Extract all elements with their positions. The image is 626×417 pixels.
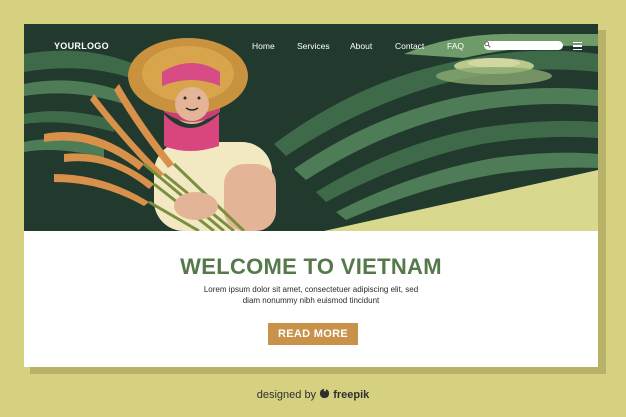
search-input[interactable] <box>484 41 563 50</box>
intro-text: Lorem ipsum dolor sit amet, consectetuer… <box>203 285 419 305</box>
landing-card: YOURLOGO Home Services About Contact FAQ… <box>24 24 598 367</box>
nav-link-services[interactable]: Services <box>297 41 330 51</box>
nav-link-faq[interactable]: FAQ <box>447 41 464 51</box>
nav-link-about[interactable]: About <box>350 41 372 51</box>
page-title: WELCOME TO VIETNAM <box>180 254 442 279</box>
credit-prefix: designed by <box>256 389 317 401</box>
freepik-logo-icon <box>320 388 330 399</box>
hero-illustration: YOURLOGO Home Services About Contact FAQ <box>24 24 598 231</box>
credit-brand[interactable]: freepik <box>333 389 369 401</box>
nav-link-contact[interactable]: Contact <box>395 41 424 51</box>
menu-icon[interactable] <box>573 42 582 50</box>
logo[interactable]: YOURLOGO <box>54 41 109 51</box>
read-more-button[interactable]: READ MORE <box>268 323 358 345</box>
nav-link-home[interactable]: Home <box>252 41 275 51</box>
credit-line: designed by freepik <box>0 388 626 401</box>
navbar: YOURLOGO Home Services About Contact FAQ <box>24 24 598 68</box>
search-icon[interactable] <box>484 41 491 48</box>
